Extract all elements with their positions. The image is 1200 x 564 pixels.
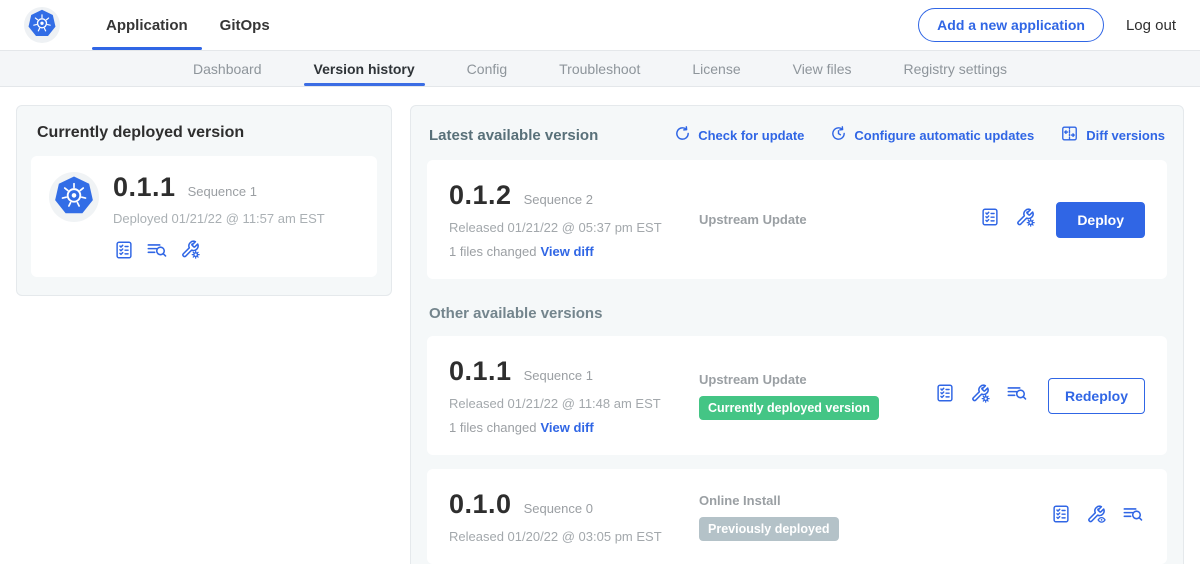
- version-card-0-1-0: 0.1.0 Sequence 0 Released 01/20/22 @ 03:…: [427, 469, 1167, 564]
- tab-gitops-label: GitOps: [220, 17, 270, 34]
- deployed-sequence: Sequence 1: [188, 184, 257, 199]
- app-subnav: Dashboard Version history Config Trouble…: [0, 50, 1200, 87]
- check-for-update-label: Check for update: [698, 128, 804, 143]
- subnav-config[interactable]: Config: [463, 51, 511, 86]
- view-diff-link[interactable]: View diff: [540, 420, 593, 435]
- version-sequence: Sequence 2: [524, 192, 593, 207]
- logs-icon[interactable]: [1005, 382, 1029, 409]
- configure-updates-link[interactable]: Configure automatic updates: [830, 125, 1034, 145]
- subnav-license[interactable]: License: [688, 51, 744, 86]
- tab-application-label: Application: [106, 17, 188, 34]
- currently-deployed-panel: Currently deployed version 0.1.1 Sequenc…: [16, 105, 392, 296]
- subnav-registry-settings[interactable]: Registry settings: [900, 51, 1011, 86]
- topnav-tabs: Application GitOps: [90, 0, 286, 50]
- version-number: 0.1.1: [449, 356, 512, 387]
- version-card-0-1-1: 0.1.1 Sequence 1 Released 01/21/22 @ 11:…: [427, 336, 1167, 455]
- version-released: Released 01/20/22 @ 03:05 pm EST: [449, 529, 699, 544]
- available-versions-panel: Latest available version Check for updat…: [410, 105, 1184, 564]
- previously-deployed-badge: Previously deployed: [699, 517, 839, 541]
- top-nav: Application GitOps Add a new application…: [0, 0, 1200, 50]
- version-source: Online Install: [699, 493, 839, 508]
- logout-button[interactable]: Log out: [1126, 17, 1176, 34]
- config-icon[interactable]: [179, 238, 202, 261]
- version-number: 0.1.0: [449, 489, 512, 520]
- files-changed: 1 files changed: [449, 420, 536, 435]
- available-header: Latest available version Check for updat…: [429, 124, 1165, 146]
- app-logo[interactable]: [24, 7, 60, 43]
- version-number: 0.1.2: [449, 180, 512, 211]
- subnav-view-files[interactable]: View files: [789, 51, 856, 86]
- view-diff-link[interactable]: View diff: [540, 244, 593, 259]
- tab-gitops[interactable]: GitOps: [204, 0, 286, 50]
- configure-updates-label: Configure automatic updates: [854, 128, 1034, 143]
- release-notes-icon[interactable]: [979, 206, 1001, 233]
- logs-icon[interactable]: [145, 239, 169, 261]
- version-released: Released 01/21/22 @ 11:48 am EST: [449, 396, 699, 411]
- other-versions-title: Other available versions: [429, 305, 1165, 322]
- check-for-update-link[interactable]: Check for update: [674, 125, 804, 145]
- schedule-icon: [830, 125, 847, 145]
- diff-versions-link[interactable]: Diff versions: [1060, 124, 1165, 146]
- diff-versions-label: Diff versions: [1086, 128, 1165, 143]
- version-source: Upstream Update: [699, 212, 807, 227]
- kubernetes-logo-icon: [53, 174, 95, 221]
- subnav-troubleshoot[interactable]: Troubleshoot: [555, 51, 644, 86]
- version-actions: Deploy: [979, 202, 1145, 238]
- deployed-actions: [113, 238, 325, 261]
- topnav-right: Add a new application Log out: [918, 8, 1176, 42]
- version-sequence: Sequence 1: [524, 368, 593, 383]
- diff-icon: [1060, 124, 1079, 146]
- preflight-icon[interactable]: [1085, 503, 1108, 531]
- config-icon[interactable]: [969, 382, 992, 410]
- tab-application[interactable]: Application: [90, 0, 204, 50]
- deployed-panel-title: Currently deployed version: [31, 122, 377, 156]
- version-card-0-1-2: 0.1.2 Sequence 2 Released 01/21/22 @ 05:…: [427, 160, 1167, 279]
- available-actions: Check for update Configure automatic upd…: [674, 124, 1165, 146]
- deployed-timestamp: Deployed 01/21/22 @ 11:57 am EST: [113, 211, 325, 226]
- version-sequence: Sequence 0: [524, 501, 593, 516]
- app-icon: [49, 172, 99, 222]
- available-panel-title: Latest available version: [429, 127, 598, 144]
- currently-deployed-badge: Currently deployed version: [699, 396, 879, 420]
- deploy-button[interactable]: Deploy: [1056, 202, 1145, 238]
- files-changed: 1 files changed: [449, 244, 536, 259]
- release-notes-icon[interactable]: [113, 239, 135, 261]
- subnav-version-history[interactable]: Version history: [310, 51, 419, 86]
- kubernetes-logo-icon: [27, 8, 57, 43]
- add-application-button[interactable]: Add a new application: [918, 8, 1104, 42]
- version-source: Upstream Update: [699, 372, 879, 387]
- deployed-version-number: 0.1.1: [113, 172, 176, 203]
- main-content: Currently deployed version 0.1.1 Sequenc…: [0, 87, 1200, 564]
- version-actions: Redeploy: [934, 378, 1145, 414]
- release-notes-icon[interactable]: [934, 382, 956, 409]
- refresh-icon: [674, 125, 691, 145]
- deployed-version-card: 0.1.1 Sequence 1 Deployed 01/21/22 @ 11:…: [31, 156, 377, 277]
- version-released: Released 01/21/22 @ 05:37 pm EST: [449, 220, 699, 235]
- redeploy-button[interactable]: Redeploy: [1048, 378, 1145, 414]
- logs-icon[interactable]: [1121, 503, 1145, 530]
- release-notes-icon[interactable]: [1050, 503, 1072, 530]
- version-actions: [1050, 503, 1145, 531]
- subnav-dashboard[interactable]: Dashboard: [189, 51, 266, 86]
- config-icon[interactable]: [1014, 206, 1037, 234]
